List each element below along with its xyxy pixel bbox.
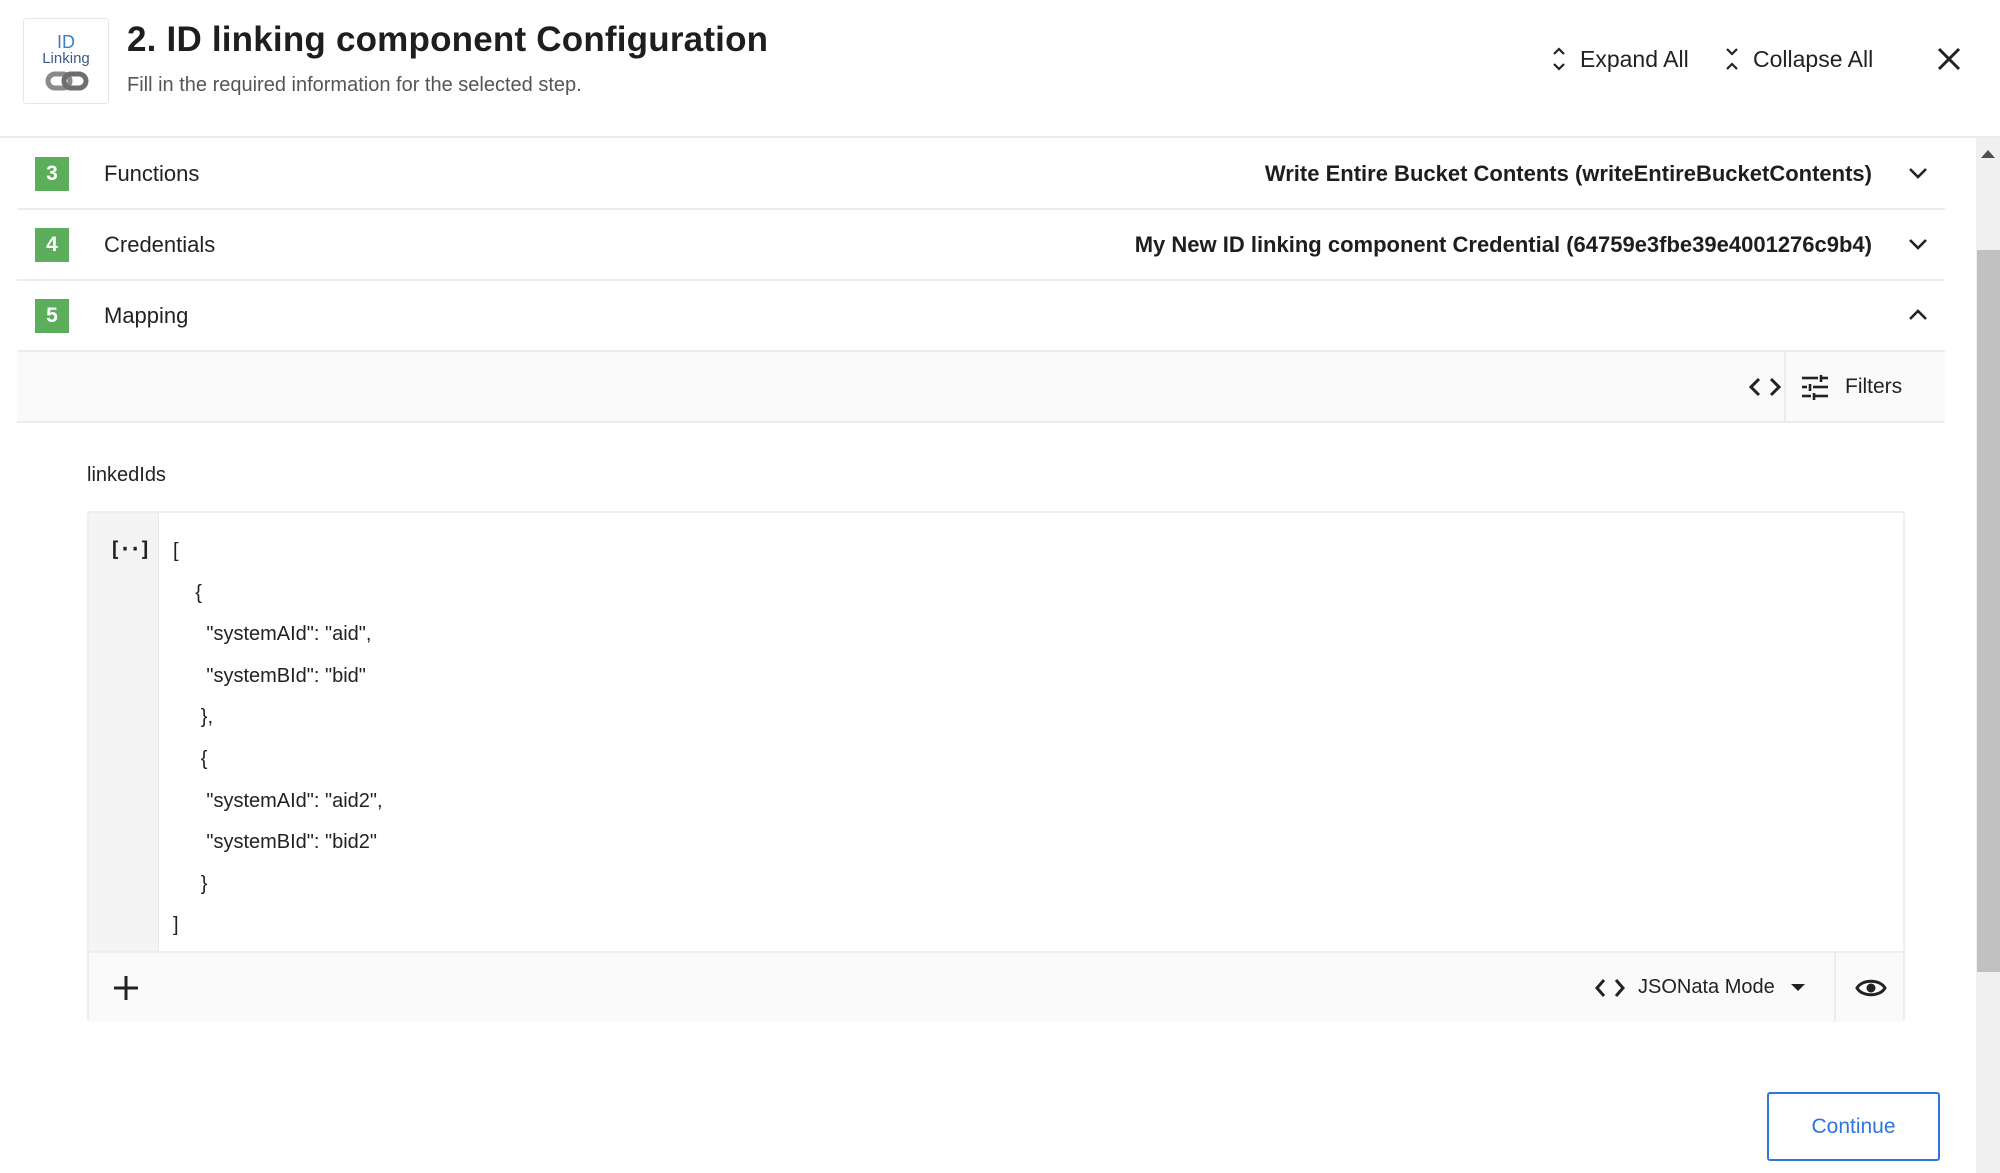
eye-icon[interactable] [1855,973,1887,1003]
chevron-down-icon[interactable] [1907,165,1929,181]
logo-text-linking: Linking [42,50,90,67]
code-line: } [173,872,208,895]
step-label: Mapping [104,302,189,328]
code-brackets-icon [1595,978,1625,997]
mode-label: JSONata Mode [1638,976,1775,998]
code-line: { [173,581,202,604]
collapse-all-button[interactable]: Collapse All [1725,42,1873,76]
code-brackets-icon [1748,377,1782,396]
plus-icon[interactable] [109,971,143,1005]
code-line: { [173,747,208,770]
jsonata-mode-dropdown[interactable]: JSONata Mode [1594,953,1805,1022]
filters-button[interactable]: Filters [1801,352,1902,421]
logo-text-id: ID [57,32,75,52]
close-icon[interactable] [1934,44,1964,74]
code-input[interactable]: [ { "systemAId": "aid", "systemBId": "bi… [173,531,383,947]
editor-footer: JSONata Mode [89,951,1903,1022]
code-line: "systemBId": "bid2" [173,831,378,854]
editor-gutter: [··] [89,513,159,951]
step-row-credentials[interactable]: 4 Credentials My New ID linking componen… [17,210,1945,281]
code-line: "systemAId": "aid", [173,623,372,646]
expand-icon [1553,47,1565,71]
modal-header: ID Linking 2. ID linking component Confi… [0,0,2000,138]
footer-divider [1834,953,1836,1022]
step-label: Credentials [104,231,216,257]
continue-button[interactable]: Continue [1767,1092,1940,1161]
array-type-icon[interactable]: [··] [109,537,151,561]
filters-label: Filters [1845,374,1903,398]
expand-all-button[interactable]: Expand All [1552,42,1689,76]
code-line: "systemBId": "bid" [173,664,366,687]
scroll-thumb[interactable] [1977,250,2000,972]
collapse-icon [1726,48,1738,70]
vertical-scrollbar[interactable] [1976,138,2000,1173]
step-row-mapping[interactable]: 5 Mapping [17,281,1945,352]
code-view-button[interactable] [1729,352,1801,421]
chevron-down-icon[interactable] [1907,236,1929,252]
step-row-functions[interactable]: 3 Functions Write Entire Bucket Contents… [17,139,1945,210]
chevron-up-icon[interactable] [1907,307,1929,323]
code-line: ] [173,914,179,937]
linkedids-editor[interactable]: [··] [ { "systemAId": "aid", "systemBId"… [87,511,1905,1022]
mapping-toolbar: Filters [17,352,1945,423]
step-number-badge: 3 [35,157,69,191]
chain-link-icon [45,71,89,91]
sliders-icon [1802,374,1828,400]
code-line: }, [173,706,214,729]
collapse-all-label: Collapse All [1753,45,1874,72]
step-number-badge: 5 [35,299,69,333]
component-logo: ID Linking [23,18,109,104]
scroll-up-arrow-icon[interactable] [1981,150,1995,158]
code-line: "systemAId": "aid2", [173,789,383,812]
page-subtitle: Fill in the required information for the… [127,74,582,96]
toolbar-divider [1784,352,1786,421]
expand-all-label: Expand All [1580,45,1689,72]
step-selected-value: Write Entire Bucket Contents (writeEntir… [1264,160,1872,186]
page-title: 2. ID linking component Configuration [127,20,769,59]
code-line: [ [173,540,179,562]
step-selected-value: My New ID linking component Credential (… [1134,231,1872,257]
step-label: Functions [104,160,200,186]
caret-down-icon [1790,984,1805,991]
step-number-badge: 4 [35,228,69,262]
field-label-linkedids: linkedIds [87,464,166,486]
